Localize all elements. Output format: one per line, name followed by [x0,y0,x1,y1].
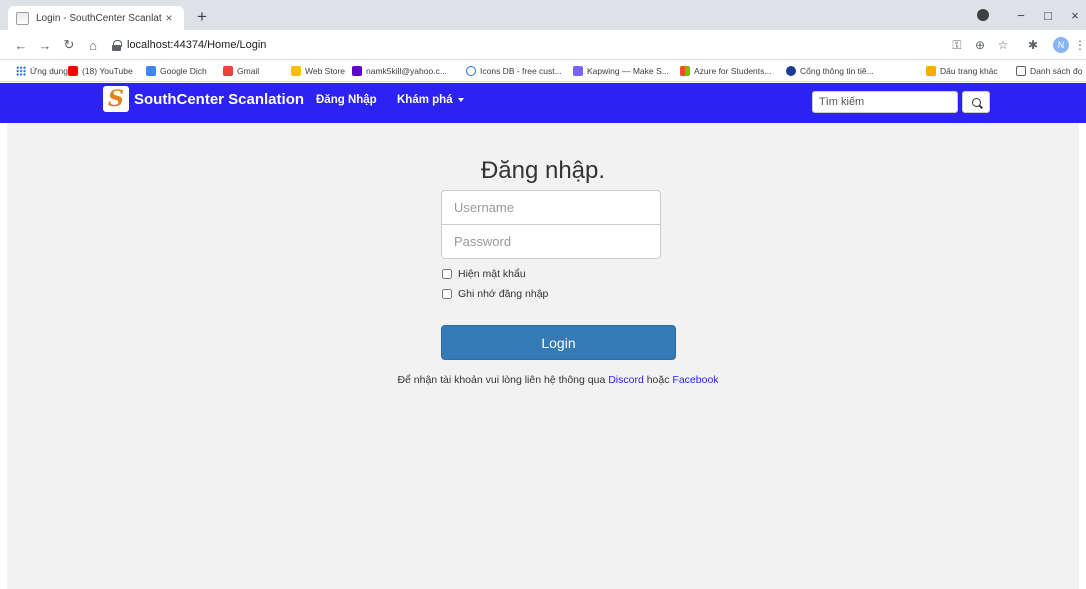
url-text[interactable]: localhost:44374/Home/Login [127,39,266,51]
search-input[interactable] [812,91,958,113]
bookmark-item[interactable]: Gmail [223,64,259,78]
bookmark-label: Kapwing — Make S... [587,66,669,76]
facebook-link[interactable]: Facebook [672,374,718,386]
discord-link[interactable]: Discord [608,374,644,386]
bookmark-label: Gmail [237,66,260,76]
forward-arrow-icon[interactable]: → [36,36,54,54]
nav-explore-dropdown[interactable]: Khám phá [397,94,464,106]
apps-grid-icon [16,66,26,76]
bookmark-item[interactable]: Google Dịch [146,64,207,78]
bookmark-label: Web Store [305,66,346,76]
bookmark-label: Cổng thông tin tiê... [800,66,874,76]
bookmark-item[interactable]: Kapwing — Make S... [573,64,669,78]
web-store-icon [291,66,301,76]
bookmark-item[interactable]: Ứng dụng [16,64,68,78]
key-icon[interactable]: ⚿ [949,38,965,53]
bookmarks-bar: Ứng dụng (18) YouTube Google Dịch Gmail … [0,60,1086,82]
bookmark-label: Danh sách đọ [1030,66,1083,76]
mail-icon [352,66,362,76]
extensions-icon[interactable]: ✱ [1025,38,1041,52]
remember-me-option[interactable]: Ghi nhớ đăng nhập [442,287,548,301]
account-help-note: Để nhận tài khoản vui lòng liên hệ thông… [0,374,1086,386]
bookmark-item[interactable]: (18) YouTube [68,64,133,78]
nav-login-link[interactable]: Đăng Nhập [316,94,377,106]
search-button[interactable] [962,91,990,113]
bookmark-label: namk5kill@yahoo.c... [366,66,447,76]
search-icon [971,97,981,107]
kapwing-icon [573,66,583,76]
bookmark-label: Azure for Students... [694,66,772,76]
microsoft-icon [680,66,690,76]
maximize-button[interactable]: □ [1035,4,1061,26]
bookmark-item[interactable]: Danh sách đọ [1016,64,1082,78]
caret-down-icon [457,97,464,102]
login-button[interactable]: Login [441,325,676,360]
folder-icon [926,66,936,76]
address-bar[interactable]: localhost:44374/Home/Login [112,35,932,55]
bookmark-item[interactable]: Icons DB - free cust... [466,64,562,78]
bookmark-label: Google Dịch [160,66,207,76]
show-password-label: Hiện mật khẩu [458,268,526,280]
note-or-text: hoặc [646,374,670,386]
bookmark-star-icon[interactable]: ☆ [995,38,1011,52]
password-input[interactable] [441,224,661,259]
minimize-button[interactable]: − [1008,4,1034,26]
bookmark-item[interactable]: Azure for Students... [680,64,771,78]
remember-me-checkbox[interactable] [442,289,452,299]
lock-icon[interactable] [112,39,122,51]
username-input[interactable] [441,190,661,225]
note-text: Để nhận tài khoản vui lòng liên hệ thông… [397,374,606,386]
page-favicon-icon [16,11,29,25]
gmail-icon [223,66,233,76]
home-icon[interactable]: ⌂ [84,36,102,54]
bookmark-label: Ứng dụng [30,66,68,76]
brand-logo-icon[interactable]: S [103,86,129,112]
zoom-icon[interactable]: ⊕ [972,38,988,52]
profile-avatar[interactable]: N [1053,37,1069,53]
reading-list-icon [1016,66,1026,76]
bookmark-item[interactable]: Dấu trang khác [926,64,998,78]
bookmark-item[interactable]: Web Store [291,64,345,78]
show-password-checkbox[interactable] [442,269,452,279]
page-title: Đăng nhập. [480,157,606,184]
portal-icon [786,66,796,76]
brand-name[interactable]: SouthCenter Scanlation [134,91,304,108]
tab-close-icon[interactable]: × [162,11,176,25]
site-navbar: S SouthCenter Scanlation Đăng Nhập Khám … [0,83,1086,123]
browser-tab[interactable]: Login - SouthCenter Scanlation × [8,6,184,30]
youtube-icon [68,66,78,76]
bookmark-label: Dấu trang khác [940,66,998,76]
reload-icon[interactable]: ↻ [60,36,78,54]
show-password-option[interactable]: Hiện mật khẩu [442,267,526,281]
google-translate-icon [146,66,156,76]
bookmark-item[interactable]: namk5kill@yahoo.c... [352,64,447,78]
menu-dots-icon[interactable]: ⋮ [1072,38,1086,52]
browser-toolbar: ← → ↻ ⌂ localhost:44374/Home/Login ⚿ ⊕ ☆… [0,30,1086,60]
remember-me-label: Ghi nhớ đăng nhập [458,288,549,300]
browser-tab-strip: Login - SouthCenter Scanlation × + − □ × [0,0,1086,30]
new-tab-button[interactable]: + [190,6,214,28]
nav-explore-label: Khám phá [397,94,453,106]
bookmark-label: Icons DB - free cust... [480,66,562,76]
back-arrow-icon[interactable]: ← [12,36,30,54]
close-window-button[interactable]: × [1062,4,1086,26]
incognito-indicator-icon[interactable] [977,9,989,21]
bookmark-item[interactable]: Cổng thông tin tiê... [786,64,874,78]
tab-title: Login - SouthCenter Scanlation [36,12,162,24]
bookmark-label: (18) YouTube [82,66,133,76]
heart-icon [466,66,476,76]
